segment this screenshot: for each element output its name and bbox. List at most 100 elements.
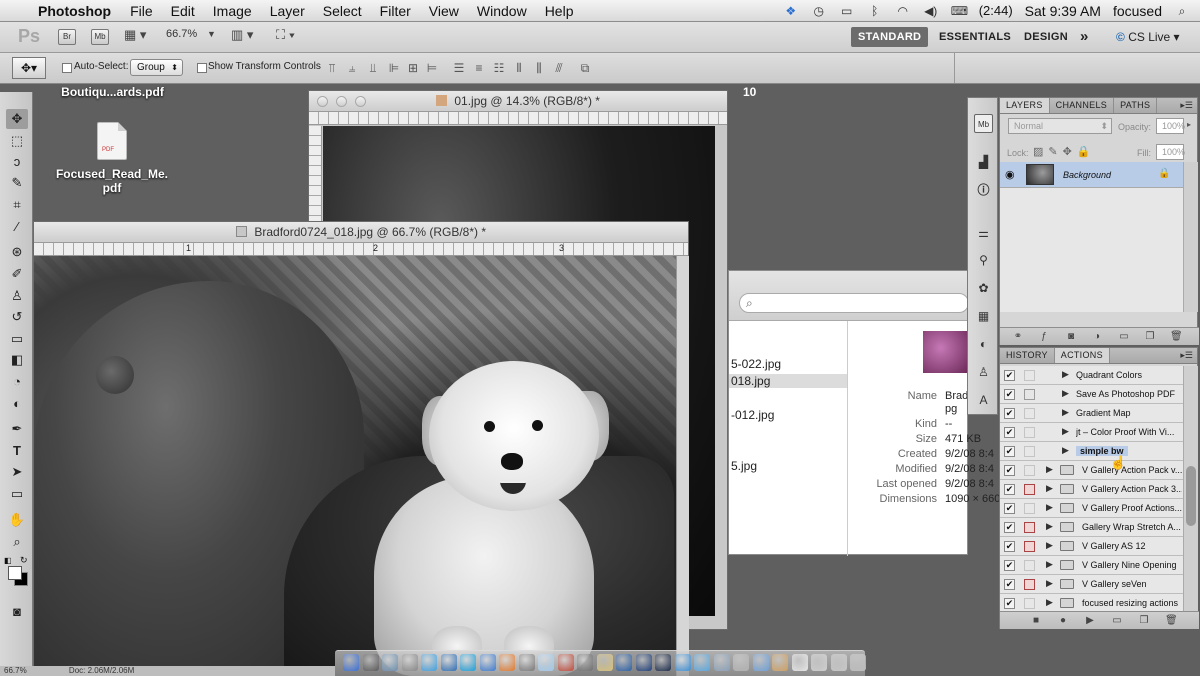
dock-app-icon[interactable] — [382, 654, 398, 671]
dock-app-icon[interactable] — [401, 654, 418, 671]
dock-app-icon[interactable] — [674, 654, 691, 671]
eye-icon[interactable]: ◉ — [1005, 168, 1015, 181]
dock-app-icon[interactable] — [830, 654, 847, 671]
histogram-icon[interactable]: ▟ — [974, 153, 993, 172]
action-set-row[interactable]: ✔ ▶ V Gallery Nine Opening — [1000, 556, 1183, 575]
opacity-arrow-icon[interactable]: ▸ — [1187, 120, 1191, 129]
dock-app-icon[interactable] — [772, 654, 788, 671]
dialog-toggle-icon[interactable] — [1024, 408, 1035, 419]
expand-triangle-icon[interactable]: ▶ — [1046, 597, 1053, 608]
hand-tool-icon[interactable]: ✋ — [6, 510, 28, 530]
pdf-file-icon[interactable]: PDF — [97, 122, 127, 160]
action-set-row[interactable]: ✔ ▶ V Gallery Action Pack v... — [1000, 461, 1183, 480]
expand-triangle-icon[interactable]: ▶ — [1062, 407, 1069, 418]
dialog-toggle-icon[interactable] — [1024, 522, 1035, 533]
doc2-canvas-image[interactable] — [34, 256, 676, 676]
dock-app-icon[interactable] — [635, 654, 652, 671]
action-row[interactable]: ✔ ▶ Gradient Map — [1000, 404, 1183, 423]
menu-view[interactable]: View — [429, 3, 459, 19]
action-set-row[interactable]: ✔ ▶ Gallery Wrap Stretch A... — [1000, 518, 1183, 537]
checkmark-icon[interactable]: ✔ — [1004, 598, 1015, 609]
distribute-bottom-icon[interactable]: ☷ — [492, 61, 506, 75]
checkmark-icon[interactable]: ✔ — [1004, 522, 1015, 533]
action-row[interactable]: ✔ ▶ Quadrant Colors — [1000, 366, 1183, 385]
action-row[interactable]: ✔ ▶ Save As Photoshop PDF — [1000, 385, 1183, 404]
menu-help[interactable]: Help — [545, 3, 574, 19]
distribute-vcenter-icon[interactable]: ≡ — [472, 61, 486, 75]
expand-triangle-icon[interactable]: ▶ — [1046, 521, 1053, 532]
brushes-icon[interactable]: ⚲ — [974, 251, 993, 270]
tab-actions[interactable]: ACTIONS — [1054, 348, 1110, 363]
dock-app-icon[interactable] — [694, 654, 710, 671]
crop-tool-icon[interactable]: ⌗ — [6, 195, 28, 215]
tab-paths[interactable]: PATHS — [1114, 98, 1158, 113]
desktop-file-read-me[interactable]: Focused_Read_Me. pdf — [52, 167, 172, 195]
checkmark-icon[interactable]: ✔ — [1004, 370, 1015, 381]
dock-app-icon[interactable] — [596, 654, 613, 671]
document-window-bradford[interactable]: Bradford0724_018.jpg @ 66.7% (RGB/8*) * … — [33, 221, 689, 676]
keyboard-icon[interactable]: ⌨ — [951, 4, 968, 18]
dialog-toggle-icon[interactable] — [1024, 465, 1035, 476]
dock-app-icon[interactable] — [538, 654, 554, 671]
doc1-minimize-button[interactable] — [336, 96, 347, 107]
expand-triangle-icon[interactable]: ▶ — [1046, 483, 1053, 494]
dropbox-icon[interactable]: ❖ — [783, 4, 799, 18]
expand-triangle-icon[interactable]: ▶ — [1062, 388, 1069, 399]
delete-action-icon[interactable]: 🗑 — [1165, 615, 1178, 627]
desktop-file-boutique[interactable]: Boutiqu...ards.pdf — [55, 85, 170, 99]
checkmark-icon[interactable]: ✔ — [1004, 503, 1015, 514]
time-machine-icon[interactable]: ◷ — [811, 4, 827, 18]
marquee-tool-icon[interactable]: ⬚ — [6, 131, 28, 151]
align-vcenter-icon[interactable]: ⫨ — [345, 61, 359, 75]
quick-mask-icon[interactable]: ◙ — [6, 602, 28, 622]
transform-controls-checkbox[interactable] — [197, 63, 207, 73]
action-row[interactable]: ✔ ▶ jt – Color Proof With Vi... — [1000, 423, 1183, 442]
doc2-scrollbar[interactable] — [676, 256, 689, 676]
expand-triangle-icon[interactable]: ▶ — [1062, 369, 1069, 380]
tool-preset-picker[interactable]: ✥▾ — [12, 57, 46, 79]
dock-app-icon[interactable] — [440, 654, 457, 671]
checkmark-icon[interactable]: ✔ — [1004, 465, 1015, 476]
default-colors-icon[interactable]: ◧ — [4, 556, 12, 565]
actions-scroll-thumb[interactable] — [1186, 466, 1196, 526]
doc2-titlebar[interactable]: Bradford0724_018.jpg @ 66.7% (RGB/8*) * — [34, 222, 688, 243]
lock-options-icons[interactable]: ▨✎✥🔒 — [1033, 145, 1096, 158]
new-action-icon[interactable]: ❐ — [1138, 615, 1150, 627]
menu-filter[interactable]: Filter — [380, 3, 411, 19]
dock-app-icon[interactable] — [499, 654, 515, 671]
clock[interactable]: Sat 9:39 AM — [1025, 3, 1101, 19]
delete-layer-icon[interactable]: 🗑 — [1170, 331, 1183, 343]
mini-bridge-icon[interactable]: Mb — [974, 114, 993, 133]
actions-panel-menu-icon[interactable]: ▸☰ — [1180, 350, 1193, 361]
move-tool-icon[interactable]: ✥ — [6, 109, 28, 129]
opacity-field[interactable]: 100% — [1156, 118, 1185, 134]
dialog-toggle-icon[interactable] — [1024, 560, 1035, 571]
adjustment-layer-icon[interactable]: ◑ — [1091, 331, 1103, 343]
auto-select-dropdown[interactable]: Group ⬍ — [130, 59, 183, 76]
foreground-color-swatch[interactable] — [8, 566, 22, 580]
dock-app-icon[interactable] — [460, 654, 476, 671]
dock-app-icon[interactable] — [733, 654, 749, 671]
expand-triangle-icon[interactable]: ▶ — [1046, 578, 1053, 589]
finder-file-item-selected[interactable]: 018.jpg — [729, 374, 847, 388]
dialog-toggle-icon[interactable] — [1024, 503, 1035, 514]
checkmark-icon[interactable]: ✔ — [1004, 579, 1015, 590]
action-set-row[interactable]: ✔ ▶ V Gallery Action Pack 3... — [1000, 480, 1183, 499]
spotlight-icon[interactable]: ⌕ — [1174, 4, 1190, 18]
checkmark-icon[interactable]: ✔ — [1004, 408, 1015, 419]
expand-triangle-icon[interactable]: ▶ — [1062, 426, 1069, 437]
fill-field[interactable]: 100% — [1156, 144, 1185, 160]
brush-tool-icon[interactable]: ✐ — [6, 264, 28, 284]
menu-file[interactable]: File — [130, 3, 153, 19]
arrange-documents-icon[interactable]: ▥ ▾ — [231, 27, 253, 43]
dock-app-icon[interactable] — [479, 654, 496, 671]
cs-live-button[interactable]: © CS Live ▾ — [1116, 27, 1180, 47]
blend-mode-dropdown[interactable]: Normal ⬍ — [1008, 118, 1112, 134]
dock-app-icon[interactable] — [850, 654, 866, 671]
menu-select[interactable]: Select — [323, 3, 362, 19]
dock-app-icon[interactable] — [518, 654, 535, 671]
checkmark-icon[interactable]: ✔ — [1004, 427, 1015, 438]
dialog-toggle-icon[interactable] — [1024, 598, 1035, 609]
blur-tool-icon[interactable]: ◔ — [6, 372, 28, 392]
dodge-tool-icon[interactable]: ◐ — [6, 394, 28, 414]
